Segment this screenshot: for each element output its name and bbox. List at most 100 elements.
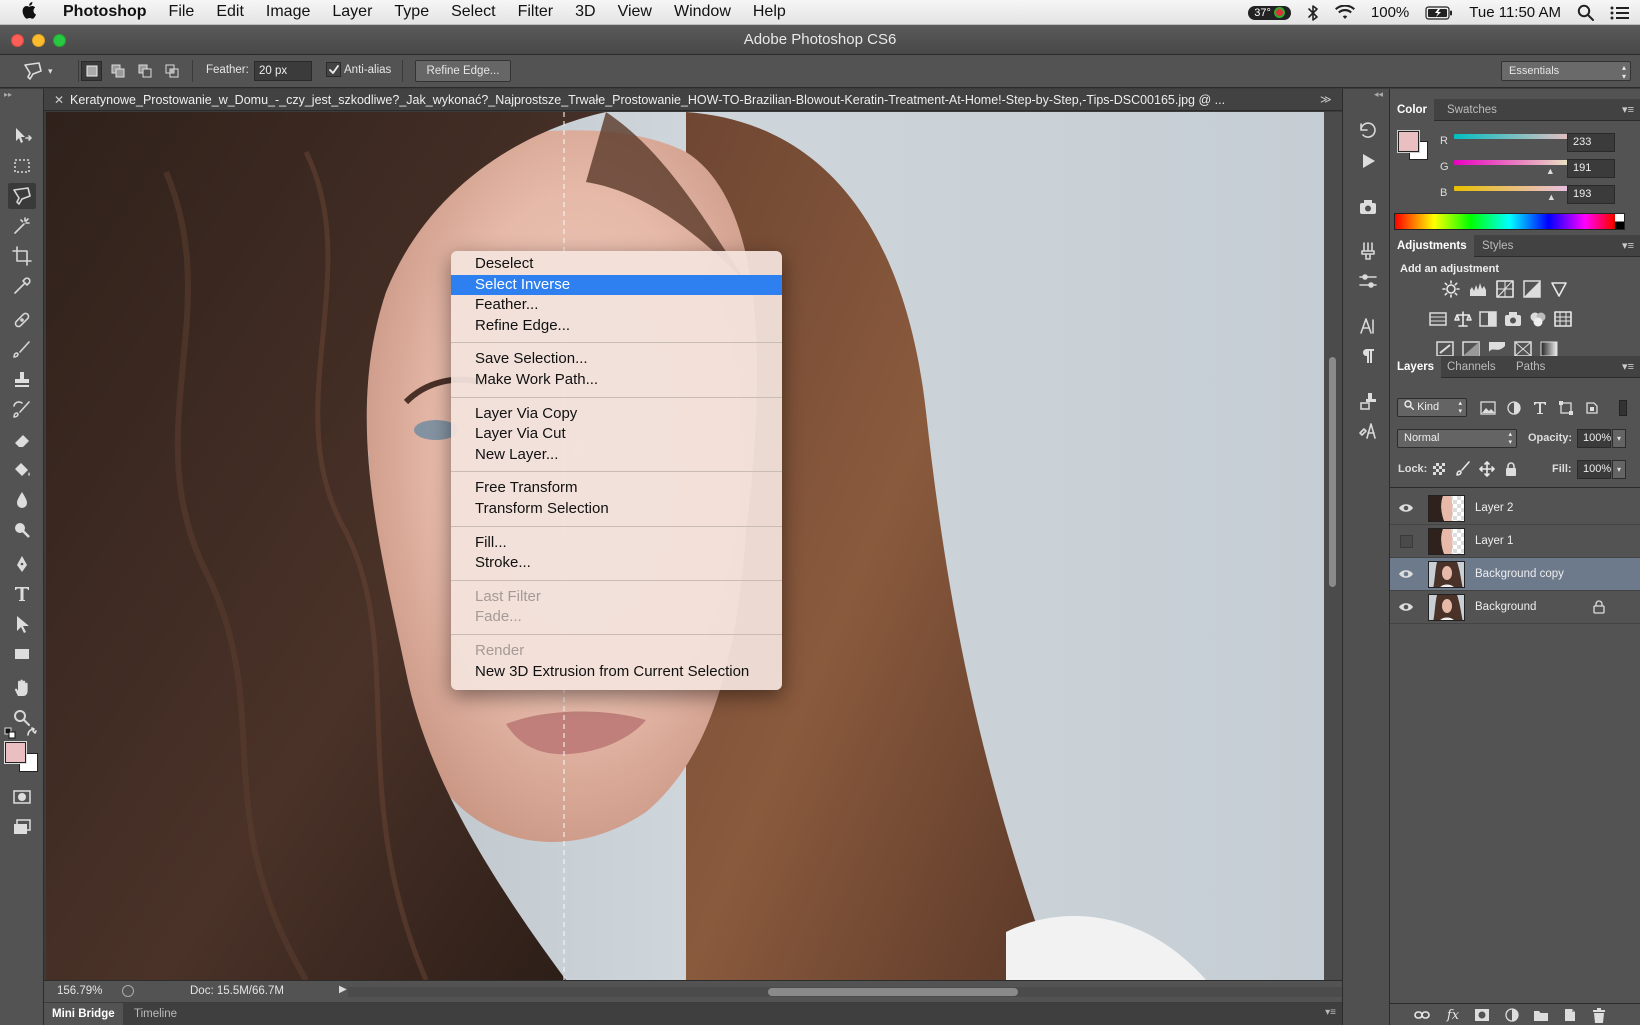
spotlight-search-icon[interactable] xyxy=(1577,4,1594,21)
feather-input[interactable]: 20 px xyxy=(254,61,312,81)
menu-view[interactable]: View xyxy=(607,3,663,21)
green-slider-handle[interactable]: ▲ xyxy=(1546,166,1555,176)
eyedropper-tool[interactable] xyxy=(8,273,36,299)
battery-icon[interactable] xyxy=(1425,5,1453,20)
add-layer-mask-icon[interactable] xyxy=(1472,1005,1492,1025)
menu-3d[interactable]: 3D xyxy=(564,3,606,21)
new-group-folder-icon[interactable] xyxy=(1531,1005,1551,1025)
fill-input[interactable]: 100% xyxy=(1577,460,1611,479)
panel-menu-icon[interactable]: ▾≡ xyxy=(1622,103,1634,116)
type-tool[interactable] xyxy=(8,581,36,607)
visibility-toggle-off[interactable] xyxy=(1396,531,1416,551)
visibility-eye-icon[interactable] xyxy=(1396,597,1416,617)
dodge-tool[interactable] xyxy=(8,517,36,543)
menu-item-deselect[interactable]: Deselect xyxy=(451,254,782,275)
menu-layer[interactable]: Layer xyxy=(321,3,383,21)
add-to-selection-button[interactable] xyxy=(107,61,128,81)
menu-item-new-3d-extrusion[interactable]: New 3D Extrusion from Current Selection xyxy=(451,662,782,683)
tool-preset-picker[interactable]: ▾ xyxy=(22,60,68,82)
horizontal-scrollbar[interactable] xyxy=(348,987,1342,997)
quick-selection-tool[interactable] xyxy=(8,213,36,239)
blend-mode-dropdown[interactable]: Normal ▴ ▾ xyxy=(1397,429,1517,448)
menu-window[interactable]: Window xyxy=(663,3,742,21)
zoom-window-button[interactable] xyxy=(53,34,66,47)
screen-mode-button[interactable] xyxy=(8,814,36,840)
visibility-eye-icon[interactable] xyxy=(1396,498,1416,518)
workspace-switcher[interactable]: Essentials ▴ ▾ xyxy=(1501,61,1631,81)
layer-row-background[interactable]: Background xyxy=(1390,591,1640,624)
subtract-from-selection-button[interactable] xyxy=(134,61,155,81)
healing-brush-tool[interactable] xyxy=(8,307,36,333)
status-menu-arrow-icon[interactable]: ▶ xyxy=(339,984,347,995)
bottom-panel-menu-icon[interactable]: ▾≡ xyxy=(1325,1007,1336,1018)
horizontal-scroll-thumb[interactable] xyxy=(768,988,1018,996)
panel-menu-icon[interactable]: ▾≡ xyxy=(1622,239,1634,252)
dock-collapse-icon[interactable]: ◂◂ xyxy=(1374,89,1383,100)
hand-tool[interactable] xyxy=(8,675,36,701)
tab-channels[interactable]: Channels xyxy=(1440,356,1503,378)
panel-expand-icon[interactable]: ≫ xyxy=(1320,89,1332,110)
lasso-tool[interactable] xyxy=(8,183,36,209)
history-brush-tool[interactable] xyxy=(8,397,36,423)
tool-presets-panel-button[interactable] xyxy=(1355,269,1381,293)
blue-slider[interactable] xyxy=(1454,186,1582,191)
black-white-icon[interactable] xyxy=(1478,309,1498,329)
styles-presets-panel-button[interactable] xyxy=(1355,419,1381,443)
path-selection-tool[interactable] xyxy=(8,611,36,637)
menubar-clock[interactable]: Tue 11:50 AM xyxy=(1469,4,1561,21)
app-menu-photoshop[interactable]: Photoshop xyxy=(52,3,158,21)
intersect-selection-button[interactable] xyxy=(161,61,182,81)
green-slider[interactable] xyxy=(1454,160,1582,165)
menu-help[interactable]: Help xyxy=(742,3,797,21)
clone-source-panel-button[interactable] xyxy=(1355,389,1381,413)
menu-type[interactable]: Type xyxy=(383,3,440,21)
menu-item-feather[interactable]: Feather... xyxy=(451,295,782,316)
menu-item-save-selection[interactable]: Save Selection... xyxy=(451,349,782,370)
filter-pixel-icon[interactable] xyxy=(1478,398,1498,418)
layer-name[interactable]: Layer 2 xyxy=(1475,492,1513,525)
layer-name[interactable]: Background xyxy=(1475,591,1536,624)
delete-layer-trash-icon[interactable] xyxy=(1589,1005,1609,1025)
curves-icon[interactable] xyxy=(1495,279,1515,299)
tab-paths[interactable]: Paths xyxy=(1509,356,1552,378)
new-adjustment-layer-icon[interactable] xyxy=(1502,1005,1522,1025)
layer-name[interactable]: Layer 1 xyxy=(1475,525,1513,558)
fill-dropdown-arrow[interactable]: ▾ xyxy=(1612,460,1626,479)
layer-row-layer-1[interactable]: Layer 1 xyxy=(1390,525,1640,558)
crop-tool[interactable] xyxy=(8,243,36,269)
menu-item-new-layer[interactable]: New Layer... xyxy=(451,445,782,466)
brush-tool[interactable] xyxy=(8,337,36,363)
quick-mask-button[interactable] xyxy=(8,784,36,810)
menu-item-select-inverse[interactable]: Select Inverse xyxy=(451,274,782,296)
history-panel-button[interactable] xyxy=(1355,119,1381,143)
wifi-icon[interactable] xyxy=(1334,5,1355,20)
color-lookup-icon[interactable] xyxy=(1553,309,1573,329)
tab-timeline[interactable]: Timeline xyxy=(126,1003,185,1025)
menu-file[interactable]: File xyxy=(158,3,206,21)
tab-color[interactable]: Color xyxy=(1390,99,1435,121)
menu-item-layer-via-copy[interactable]: Layer Via Copy xyxy=(451,404,782,425)
filter-toggle-switch[interactable] xyxy=(1619,400,1627,416)
channel-mixer-icon[interactable] xyxy=(1528,309,1548,329)
visibility-eye-icon[interactable] xyxy=(1396,564,1416,584)
color-spectrum-ramp[interactable] xyxy=(1394,213,1625,230)
paint-bucket-tool[interactable] xyxy=(8,457,36,483)
tab-styles[interactable]: Styles xyxy=(1475,235,1520,257)
rectangle-tool[interactable] xyxy=(8,641,36,667)
character-panel-button[interactable] xyxy=(1355,314,1381,338)
panel-menu-icon[interactable]: ▾≡ xyxy=(1622,360,1634,373)
apple-menu[interactable] xyxy=(0,1,52,24)
tab-mini-bridge[interactable]: Mini Bridge xyxy=(44,1003,123,1025)
menu-item-transform-selection[interactable]: Transform Selection xyxy=(451,499,782,520)
menu-item-stroke[interactable]: Stroke... xyxy=(451,553,782,574)
bluetooth-icon[interactable] xyxy=(1307,4,1319,22)
hue-saturation-icon[interactable] xyxy=(1428,309,1448,329)
vibrance-icon[interactable] xyxy=(1549,279,1569,299)
pen-tool[interactable] xyxy=(8,551,36,577)
tab-swatches[interactable]: Swatches xyxy=(1440,99,1504,121)
temperature-badge[interactable]: 37° xyxy=(1248,5,1291,20)
spectrum-white-black-swatch[interactable] xyxy=(1615,214,1624,229)
layer-row-layer-2[interactable]: Layer 2 xyxy=(1390,492,1640,525)
layer-row-background-copy[interactable]: Background copy xyxy=(1390,558,1640,591)
brush-presets-panel-button[interactable] xyxy=(1355,239,1381,263)
